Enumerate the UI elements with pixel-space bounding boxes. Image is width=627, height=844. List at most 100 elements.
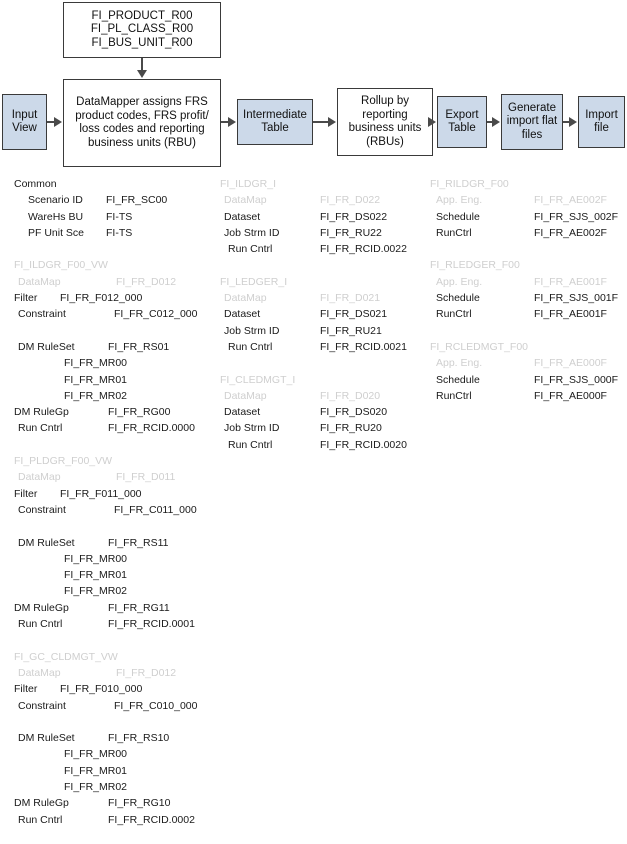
detail-row: WareHs BU FI-TS [14,209,219,225]
detail-row-key: DM RuleGp [14,406,69,419]
flow-node-export-table[interactable]: Export Table [437,96,487,148]
detail-spacer [14,323,219,339]
flow-node-label: DataMapper assigns FRS product codes, FRS… [75,96,209,149]
detail-row-key: DataMap [224,292,267,305]
detail-group-spacer [220,257,428,273]
arrow-head-input-to-datamapper [54,117,62,127]
detail-row-value: FI_FR_DS021 [320,308,388,321]
detail-row-key: Job Strm ID [224,226,280,239]
flow-node-intermediate-table[interactable]: Intermediate Table [237,99,313,145]
flow-node-label: Input View [11,108,38,135]
detail-row-value: FI_FR_RG11 [108,601,170,614]
detail-row-value: FI_FR_RCID.0020 [320,438,407,451]
detail-row: App. Eng. FI_FR_AE001F [430,274,627,290]
arrow-head-generate-to-import [569,117,577,127]
detail-row: Filter FI_FR_F010_000 [14,681,219,697]
detail-row: Job Strm ID FI_FR_RU20 [220,420,428,436]
detail-row-key: RunCtrl [436,389,472,402]
detail-row-value: FI_FR_DS020 [320,406,388,419]
detail-row: DataMap FI_FR_D022 [220,192,428,208]
detail-group: FI_LEDGER_I DataMap FI_FR_D021 Dataset FI_FR… [220,274,428,372]
detail-row-value: FI_FR_AE002F [534,194,607,207]
detail-row: Run Cntrl FI_FR_RCID.0020 [220,437,428,453]
detail-row-key: Schedule [436,210,480,223]
detail-spacer [14,714,219,730]
detail-row: DM RuleGp FI_FR_RG11 [14,600,219,616]
detail-row: Scenario ID FI_FR_SC00 [14,192,219,208]
arrow-head-export-to-generate [492,117,500,127]
detail-row: RunCtrl FI_FR_AE002F [430,225,627,241]
detail-row-key: Constraint [18,503,66,516]
detail-row-key: Schedule [436,292,480,305]
detail-row: DM RuleGp FI_FR_RG00 [14,404,219,420]
detail-row-value: FI_FR_MR02 [64,585,128,598]
process-flow-diagram: FI_PRODUCT_R00 FI_PL_CLASS_R00 FI_BUS_UNIT… [0,0,627,176]
detail-group-header-text: FI_GC_CLDMGT_VW [14,650,118,663]
detail-row-value: FI_FR_F012_000 [60,292,143,305]
detail-group-header-text: FI_RCLEDMGT_F00 [430,340,529,353]
detail-row-value: FI_FR_AE001F [534,275,607,288]
detail-group-spacer [14,437,219,453]
detail-row-value: FI_FR_RG00 [108,406,171,419]
detail-group-header: FI_LEDGER_I [220,274,428,290]
detail-group: FI_GC_CLDMGT_VW DataMap FI_FR_D012 Filter FI… [14,649,219,844]
detail-row-key: DM RuleGp [14,601,69,614]
detail-row: DataMap FI_FR_D012 [14,274,219,290]
detail-row: Dataset FI_FR_DS021 [220,306,428,322]
detail-column-input-views: Common Scenario ID FI_FR_SC00 WareHs BU FI-T… [14,176,219,844]
detail-row-value: FI_FR_RCID.0001 [108,618,195,631]
detail-row-value: FI_FR_RG10 [108,797,171,810]
flow-node-rollup[interactable]: Rollup by reporting business units (RBUs) [337,88,433,156]
detail-row-value: FI_FR_C010_000 [114,699,198,712]
detail-row-key: Job Strm ID [224,324,280,337]
detail-row: PF Unit Sce FI-TS [14,225,219,241]
detail-group-spacer [14,241,219,257]
detail-group-header-text: FI_LEDGER_I [220,275,288,288]
flow-node-generate-flat-files[interactable]: Generate import flat files [501,94,563,150]
detail-row: Run Cntrl FI_FR_RCID.0000 [14,420,219,436]
detail-row-value: FI-TS [106,226,133,239]
flow-node-source-records[interactable]: FI_PRODUCT_R00 FI_PL_CLASS_R00 FI_BUS_UNIT… [63,2,221,58]
detail-row-value: FI_FR_D022 [320,194,381,207]
detail-row-key: DataMap [224,194,267,207]
detail-row-value: FI_FR_AE000F [534,389,607,402]
detail-row-key: App. Eng. [436,194,483,207]
detail-group-header-text: FI_RLEDGER_F00 [430,259,520,272]
detail-row: Schedule FI_FR_SJS_001F [430,290,627,306]
detail-group: FI_PLDGR_F00_VW DataMap FI_FR_D011 Filter FI… [14,453,219,649]
detail-row-value: FI_FR_MR01 [64,569,128,582]
detail-row-key: DM RuleSet [18,340,75,353]
detail-row: FI_FR_MR00 [14,551,219,567]
arrow-head-rollup-to-export [428,117,436,127]
detail-row: FI_FR_MR02 [14,583,219,599]
detail-row-key: Constraint [18,308,66,321]
detail-row-value: FI_FR_RS11 [108,536,169,549]
detail-row: FI_FR_MR02 [14,388,219,404]
detail-row-value: FI_FR_MR02 [64,389,128,402]
flow-node-datamapper[interactable]: DataMapper assigns FRS product codes, FRS… [63,79,221,167]
detail-column-intermediate-tables: FI_ILDGR_I DataMap FI_FR_D022 Dataset FI_FR_… [220,176,428,469]
detail-row-value: FI_FR_D012 [116,666,177,679]
flow-node-label: FI_PRODUCT_R00 FI_PL_CLASS_R00 FI_BUS_UNIT… [90,9,194,49]
detail-row-value: FI_FR_RU20 [320,422,382,435]
detail-row-value: FI_FR_MR00 [64,357,128,370]
detail-row-key: RunCtrl [436,308,472,321]
detail-row-key: Dataset [224,406,261,419]
detail-group: Common Scenario ID FI_FR_SC00 WareHs BU FI-T… [14,176,219,257]
detail-row-value: FI_FR_RS10 [108,732,170,745]
arrow-head-intermediate-to-rollup [328,117,336,127]
detail-row: Constraint FI_FR_C012_000 [14,306,219,322]
flow-node-input-view[interactable]: Input View [2,94,47,150]
flow-node-import-file[interactable]: Import file [578,96,625,148]
detail-row-key: Filter [14,292,38,305]
detail-row-value: FI_FR_C012_000 [114,308,198,321]
detail-row-value: FI_FR_F010_000 [60,683,143,696]
detail-row-key: DM RuleSet [18,536,75,549]
detail-group: FI_ILDGR_I DataMap FI_FR_D022 Dataset FI_FR_… [220,176,428,274]
detail-row-key: PF Unit Sce [28,226,85,239]
detail-group-spacer [220,453,428,469]
detail-row: FI_FR_MR00 [14,746,219,762]
detail-row-key: Run Cntrl [228,243,273,256]
detail-group-header-text: FI_CLEDMGT_I [220,373,296,386]
detail-row-value: FI_FR_SC00 [106,194,168,207]
